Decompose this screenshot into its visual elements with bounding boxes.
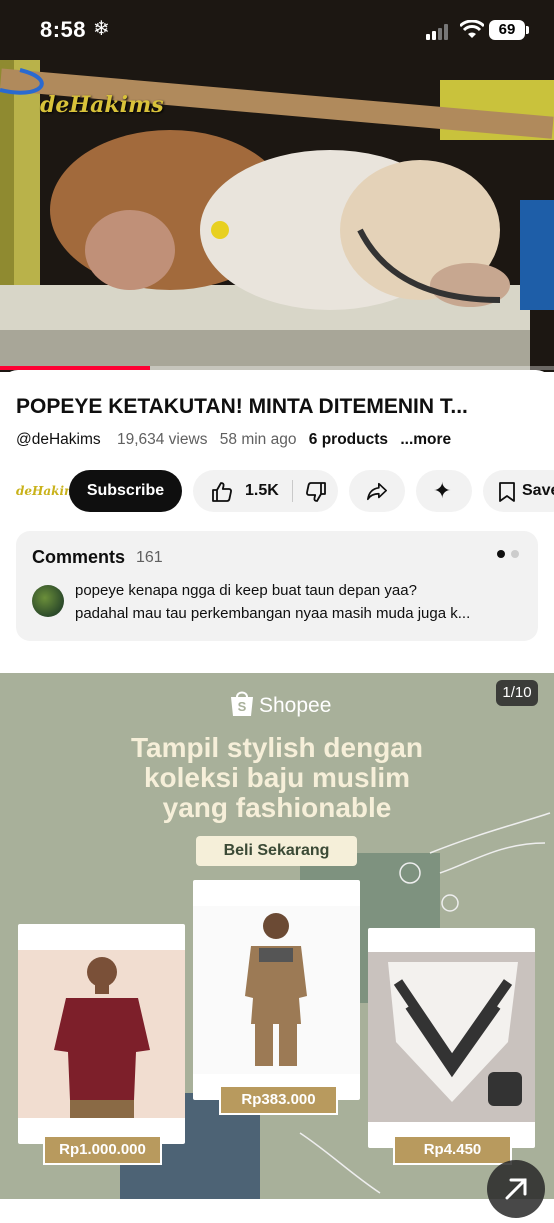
- products-link[interactable]: 6 products: [309, 431, 388, 448]
- sparkle-icon[interactable]: ✦: [433, 478, 451, 504]
- product-image-1: [18, 950, 185, 1118]
- product-image-3: [368, 952, 535, 1122]
- view-count: 19,634 views: [116, 431, 208, 448]
- wifi-icon: [460, 20, 484, 38]
- channel-avatar[interactable]: deHakims: [16, 476, 83, 506]
- product-price-2: Rp383.000: [219, 1085, 338, 1115]
- comments-title: Comments: [32, 547, 126, 567]
- battery-indicator: 69: [489, 20, 525, 40]
- video-title[interactable]: POPEYE KETAKUTAN! MINTA DITEMENIN T...: [16, 395, 541, 419]
- commenter-avatar: [32, 585, 64, 617]
- ad-slide-counter: 1/10: [496, 680, 538, 706]
- open-ad-button[interactable]: [487, 1160, 545, 1218]
- top-comment[interactable]: popeye kenapa ngga di keep buat taun dep…: [75, 579, 523, 625]
- cellular-signal-icon: [426, 24, 448, 40]
- thumbs-up-icon[interactable]: [210, 480, 234, 504]
- upload-age: 58 min ago: [219, 431, 297, 448]
- status-time: 8:58: [40, 17, 87, 42]
- top-comment-line-1: popeye kenapa ngga di keep buat taun dep…: [75, 582, 417, 599]
- snowflake-icon: ❄: [93, 18, 110, 40]
- carousel-dot: [511, 550, 519, 558]
- ad-headline-line-3: yang fashionable: [162, 792, 392, 823]
- sorban-scarf-image: [368, 952, 535, 1122]
- shopee-brand: Shopee: [259, 694, 332, 717]
- arrow-up-right-icon: [505, 1178, 527, 1200]
- channel-handle[interactable]: @deHakims: [16, 431, 101, 448]
- video-meta[interactable]: @deHakims 19,634 views 58 min ago 6 prod…: [16, 431, 459, 449]
- subscribe-button[interactable]: Subscribe: [69, 470, 182, 512]
- more-link[interactable]: ...more: [400, 431, 451, 448]
- top-comment-line-2: padahal mau tau perkembangan nyaa masih …: [75, 605, 471, 622]
- thumbs-down-icon[interactable]: [304, 480, 328, 504]
- status-bar: 8:58 ❄ 69: [0, 0, 554, 60]
- svg-text:S: S: [238, 699, 247, 714]
- carousel-dot-active: [497, 550, 505, 558]
- ad-headline-line-1: Tampil stylish dengan: [131, 732, 423, 763]
- comments-count: 161: [136, 549, 163, 566]
- like-divider: [292, 480, 293, 502]
- ad-headline: Tampil stylish dengan koleksi baju musli…: [60, 733, 494, 823]
- buy-now-button[interactable]: Beli Sekarang: [196, 836, 357, 866]
- channel-watermark: deHakims: [40, 92, 164, 118]
- boy-kurta-image: [245, 913, 307, 1066]
- like-count: 1.5K: [245, 482, 279, 499]
- product-price-1: Rp1.000.000: [43, 1135, 162, 1165]
- video-progress-fill: [0, 366, 150, 370]
- shopee-bag-icon: S: [231, 691, 253, 716]
- save-label[interactable]: Save: [522, 482, 554, 500]
- bookmark-icon[interactable]: [498, 481, 516, 503]
- share-icon[interactable]: [366, 480, 388, 502]
- product-image-2: [193, 906, 360, 1074]
- ad-headline-line-2: koleksi baju muslim: [143, 762, 411, 793]
- man-maroon-shirt-image: [54, 957, 150, 1118]
- battery-tip: [526, 26, 529, 34]
